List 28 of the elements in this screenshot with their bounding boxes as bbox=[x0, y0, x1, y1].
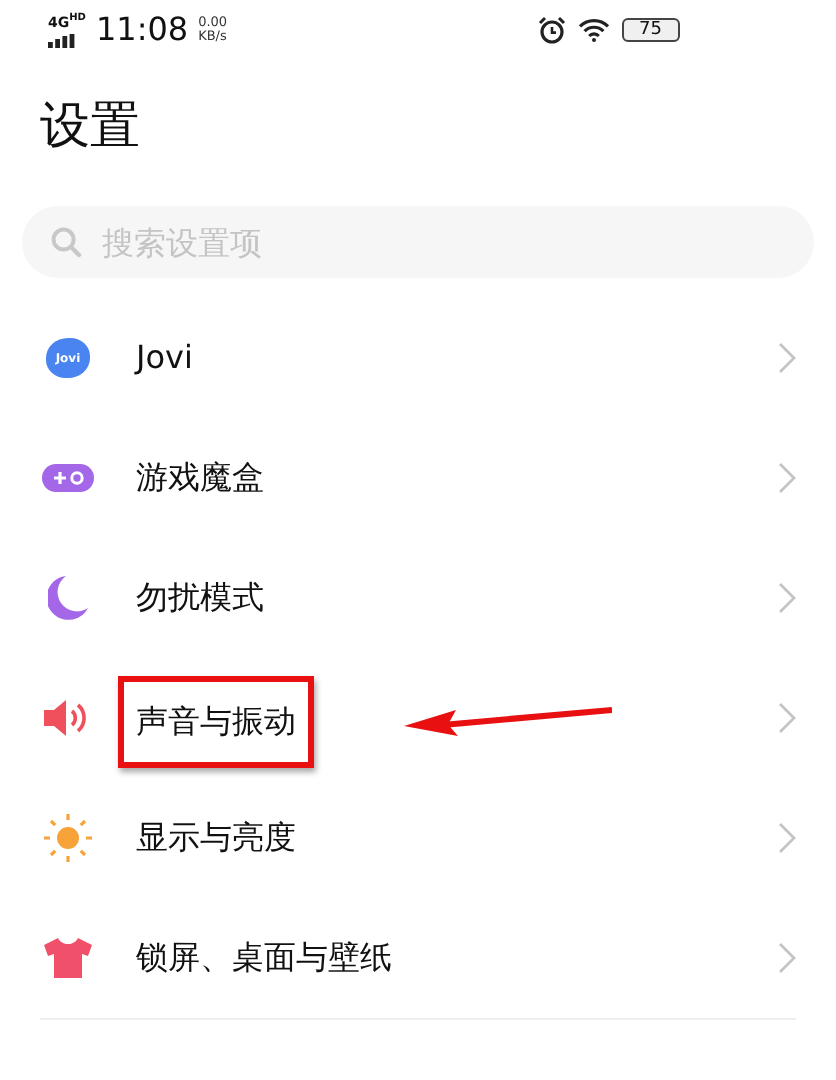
page-title: 设置 bbox=[40, 96, 142, 156]
settings-item[interactable]: 锁屏、桌面与壁纸 bbox=[0, 898, 836, 1018]
speaker-icon bbox=[44, 698, 92, 738]
chevron-right-icon bbox=[778, 942, 796, 974]
settings-item[interactable]: 游戏魔盒 bbox=[0, 418, 836, 538]
item-label: Jovi bbox=[136, 338, 193, 378]
chevron-right-icon bbox=[778, 702, 796, 734]
clock-time: 11:08 bbox=[95, 12, 189, 48]
chevron-right-icon bbox=[778, 462, 796, 494]
moon-icon bbox=[48, 576, 88, 620]
item-label: 锁屏、桌面与壁纸 bbox=[136, 938, 392, 978]
chevron-right-icon bbox=[778, 822, 796, 854]
item-label: 勿扰模式 bbox=[136, 578, 264, 618]
settings-item[interactable]: 声音与振动 bbox=[0, 658, 836, 778]
sun-icon bbox=[44, 814, 92, 862]
settings-item[interactable]: 勿扰模式 bbox=[0, 538, 836, 658]
signal-icon bbox=[48, 33, 76, 48]
item-label: 显示与亮度 bbox=[136, 818, 296, 858]
wifi-icon bbox=[577, 18, 610, 42]
alarm-icon bbox=[537, 16, 566, 44]
shirt-icon bbox=[44, 938, 92, 978]
item-label: 游戏魔盒 bbox=[136, 458, 264, 498]
gamepad-icon bbox=[42, 464, 94, 492]
chevron-right-icon bbox=[778, 582, 796, 614]
settings-item[interactable]: 显示与亮度 bbox=[0, 778, 836, 898]
item-label: 声音与振动 bbox=[136, 702, 296, 740]
chevron-right-icon bbox=[778, 342, 796, 374]
battery-icon: 75 bbox=[621, 18, 680, 42]
